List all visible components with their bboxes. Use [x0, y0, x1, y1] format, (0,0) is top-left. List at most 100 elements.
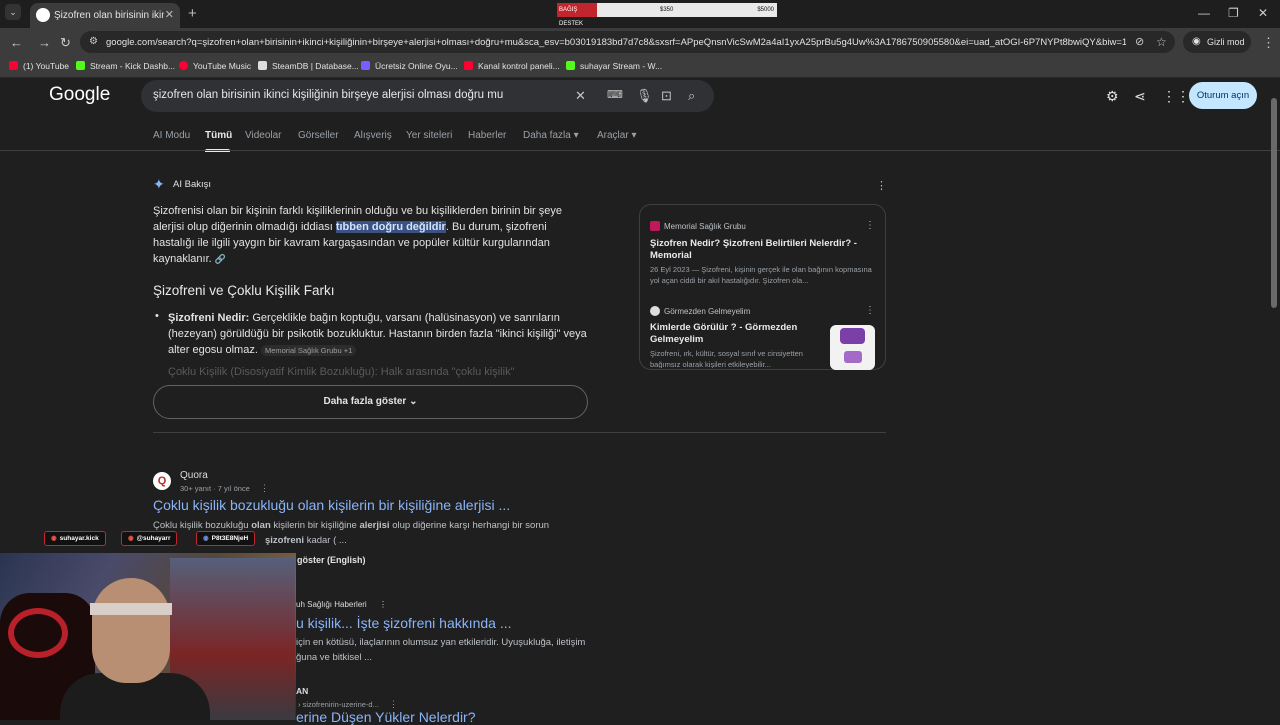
- streamer-head: [92, 578, 170, 683]
- result-menu-icon[interactable]: ⋮: [379, 600, 387, 609]
- source-title[interactable]: Şizofren Nedir? Şizofreni Belirtileri Ne…: [650, 238, 875, 262]
- sparkle-icon: ✦: [153, 176, 165, 192]
- tab-tools[interactable]: Araçlar ▾: [597, 130, 636, 141]
- youtube-studio-icon: [464, 61, 473, 70]
- link-icon[interactable]: 🔗: [215, 254, 226, 264]
- tab-news[interactable]: Haberler: [468, 130, 506, 141]
- keyboard-icon[interactable]: ⌨: [607, 88, 623, 101]
- ai-overview-title: AI Bakışı: [173, 179, 212, 190]
- forward-icon[interactable]: →: [38, 35, 51, 50]
- result-title-link[interactable]: u kişilik... İşte şizofreni hakkında ...: [296, 615, 512, 631]
- bookmark-item[interactable]: Ücretsiz Online Oyu...: [361, 61, 458, 71]
- ai-overview-paragraph: Şizofrenisi olan bir kişinin farklı kişi…: [153, 205, 563, 265]
- result-source[interactable]: uh Sağlığı Haberleri ⋮: [296, 600, 387, 609]
- tab-favicon-icon: [36, 8, 50, 22]
- result-menu-icon[interactable]: ⋮: [389, 699, 398, 709]
- eye-off-icon[interactable]: ⊘: [1135, 35, 1144, 48]
- show-translation-link[interactable]: göster (English): [297, 555, 366, 565]
- result-title-link[interactable]: erine Düşen Yükler Nelerdir?: [296, 709, 476, 725]
- memorial-logo-icon: [650, 221, 660, 231]
- section-divider: [153, 432, 886, 433]
- result-source[interactable]: Quora: [180, 470, 208, 481]
- donation-goal-bar: BAĞIŞ DESTEK $350 $5000: [557, 3, 777, 27]
- bookmark-item[interactable]: (1) YouTube: [9, 61, 69, 71]
- bookmark-item[interactable]: suhayar Stream - W...: [566, 61, 662, 71]
- ai-overview-faded-text: Çoklu Kişilik (Disosiyatif Kimlik Bozukl…: [168, 366, 515, 378]
- bookmark-item[interactable]: YouTube Music: [179, 61, 251, 71]
- bookmark-item[interactable]: Stream - Kick Dashb...: [76, 61, 175, 71]
- tab-more[interactable]: Daha fazla ▾: [523, 130, 579, 141]
- tab-videos[interactable]: Videolar: [245, 130, 282, 141]
- browser-tab[interactable]: Şizofren olan birisinin ikinci kişiliği …: [30, 3, 180, 28]
- tab-close-icon[interactable]: ✕: [165, 8, 174, 21]
- social-discord-badge: ◉ P8t3E8NjeH: [196, 531, 256, 546]
- kick-icon: [76, 61, 85, 70]
- donation-label: BAĞIŞ DESTEK: [557, 3, 597, 27]
- google-logo[interactable]: Google: [49, 84, 110, 106]
- new-tab-icon[interactable]: +: [188, 5, 197, 22]
- clear-icon[interactable]: ✕: [575, 88, 586, 104]
- source-chip[interactable]: Memorial Sağlık Grubu +1: [260, 345, 357, 356]
- game-icon: [361, 61, 370, 70]
- steamdb-icon: [258, 61, 267, 70]
- microphone-icon[interactable]: 🎙: [636, 88, 653, 104]
- lens-icon[interactable]: ⊡: [661, 88, 672, 104]
- tab-all[interactable]: Tümü: [205, 130, 232, 141]
- incognito-label: Gizli mod: [1207, 37, 1245, 47]
- source-menu-icon[interactable]: ⋮: [865, 220, 875, 231]
- maximize-icon[interactable]: ❐: [1228, 6, 1239, 20]
- result-title-link[interactable]: Çoklu kişilik bozukluğu olan kişilerin b…: [153, 497, 510, 513]
- source-thumbnail[interactable]: [830, 325, 875, 370]
- bullet: •: [155, 310, 159, 322]
- tab-places[interactable]: Yer siteleri: [406, 130, 452, 141]
- ai-overview-menu-icon[interactable]: ⋮: [876, 179, 887, 192]
- source-name[interactable]: Görmezden Gelmeyelim: [650, 306, 750, 316]
- social-instagram-badge: ◉ @suhayarr: [121, 531, 178, 546]
- tab-search-button[interactable]: ⌄: [5, 4, 21, 20]
- result-menu-icon[interactable]: ⋮: [260, 483, 269, 493]
- search-icon[interactable]: ⌕: [688, 88, 695, 104]
- share-icon[interactable]: ⋖: [1134, 88, 1146, 105]
- minimize-icon[interactable]: —: [1198, 6, 1210, 20]
- bookmark-star-icon[interactable]: ☆: [1156, 35, 1167, 49]
- chevron-down-icon: ⌄: [409, 396, 418, 407]
- highlighted-claim: tıbben doğru değildir: [335, 221, 446, 233]
- instagram-icon: ◉: [128, 535, 134, 542]
- discord-icon: ◉: [203, 535, 209, 542]
- reload-icon[interactable]: ↻: [60, 35, 71, 51]
- donation-goal: $5000: [757, 7, 774, 13]
- kick-icon: ◉: [51, 535, 57, 542]
- result-snippet: için en kötüsü, ilaçlarının olumsuz yan …: [296, 637, 586, 663]
- source-snippet: Şizofreni, ırk, kültür, sosyal sınıf ve …: [650, 349, 803, 368]
- tab-title: Şizofren olan birisinin ikinci kişiliği: [54, 10, 164, 21]
- source-name[interactable]: Memorial Sağlık Grubu: [650, 221, 746, 231]
- chat-icon: [844, 351, 862, 363]
- apps-grid-icon[interactable]: ⋮⋮: [1162, 88, 1190, 105]
- result-source[interactable]: AN: [296, 686, 308, 696]
- incognito-badge[interactable]: ◉ Gizli mod: [1183, 31, 1251, 53]
- back-icon[interactable]: ←: [10, 35, 23, 50]
- site-info-icon[interactable]: ⚙: [89, 36, 98, 47]
- scrollbar-thumb[interactable]: [1271, 98, 1277, 308]
- kick-icon: [566, 61, 575, 70]
- tab-ai-mode[interactable]: AI Modu: [153, 130, 190, 141]
- bookmark-item[interactable]: SteamDB | Database...: [258, 61, 359, 71]
- menu-kebab-icon[interactable]: ⋮: [1262, 35, 1275, 51]
- tab-shopping[interactable]: Alışveriş: [354, 130, 392, 141]
- ai-overview-bullet: Şizofreni Nedir: Gerçeklikle bağın koptu…: [168, 312, 587, 356]
- bookmark-item[interactable]: Kanal kontrol paneli...: [464, 61, 560, 71]
- quora-logo-icon[interactable]: Q: [153, 472, 171, 490]
- youtube-icon: [9, 61, 18, 70]
- tab-images[interactable]: Görseller: [298, 130, 339, 141]
- chair-logo: [8, 608, 68, 658]
- sign-in-button[interactable]: Oturum açın: [1189, 82, 1257, 109]
- url-text[interactable]: google.com/search?q=şizofren+olan+birisi…: [106, 37, 1126, 48]
- youtube-music-icon: [179, 61, 188, 70]
- donation-current: $350: [660, 7, 674, 13]
- search-input[interactable]: şizofren olan birisinin ikinci kişiliğin…: [153, 89, 503, 101]
- window-close-icon[interactable]: ✕: [1258, 6, 1268, 20]
- source-menu-icon[interactable]: ⋮: [865, 305, 875, 316]
- show-more-button[interactable]: Daha fazla göster ⌄: [153, 385, 588, 419]
- source-title[interactable]: Kimlerde Görülür ? - Görmezden Gelmeyeli…: [650, 322, 820, 346]
- settings-icon[interactable]: ⚙: [1106, 88, 1119, 105]
